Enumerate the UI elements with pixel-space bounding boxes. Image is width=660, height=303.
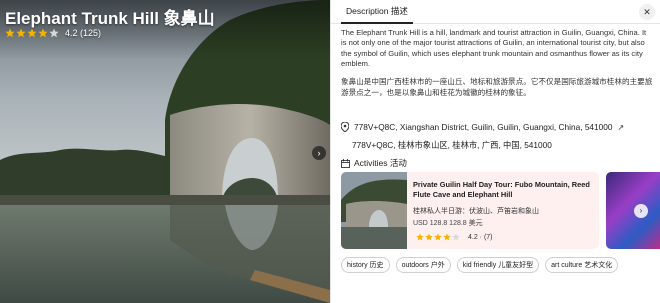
tag-chip[interactable]: outdoors 户外 [395,257,451,273]
close-icon: ✕ [643,7,651,17]
close-button[interactable]: ✕ [639,4,655,20]
address-english: 778V+Q8C, Xiangshan District, Guilin, Gu… [354,122,613,132]
chevron-right-icon: › [317,148,321,158]
activity-title[interactable]: Private Guilin Half Day Tour: Fubo Mount… [413,180,593,200]
activity-rating-score: 4.2 · (7) [468,233,493,241]
activity-card[interactable]: Private Guilin Half Day Tour: Fubo Mount… [341,172,599,249]
description-english: The Elephant Trunk Hill is a hill, landm… [341,28,647,69]
tab-description[interactable]: Description 描述 [341,5,413,24]
tag-list: history 历史 outdoors 户外 kid friendly 儿童友好型 a… [341,257,619,273]
tag-chip[interactable]: kid friendly 儿童友好型 [456,257,540,273]
star-filled-icon [443,233,451,241]
star-filled-icon [5,28,15,38]
star-filled-icon [38,28,48,38]
activities-label: Activities 活动 [354,158,407,168]
activity-rating: 4.2 · (7) [416,233,493,241]
star-filled-icon [425,233,433,241]
star-filled-icon [416,233,424,241]
star-filled-icon [434,233,442,241]
star-empty-icon [49,28,59,38]
activities-next-button[interactable]: › [634,204,648,218]
tag-chip[interactable]: history 历史 [341,257,390,273]
address-english-row[interactable]: 778V+Q8C, Xiangshan District, Guilin, Gu… [341,122,653,132]
activities-header: Activities 活动 [341,157,407,169]
star-filled-icon [27,28,37,38]
description-chinese: 象鼻山是中国广西桂林市的一座山丘、地标和旅游景点。它不仅是国际旅游城市桂林的主要… [341,77,653,97]
chevron-right-icon: › [639,206,643,215]
activity-price: USD 128.8 128.8 美元 [413,220,483,227]
star-filled-icon [16,28,26,38]
activity-star-rating [416,233,460,241]
info-panel: Description 描述 ✕ The Elephant Trunk Hill… [330,0,660,303]
address-chinese: 778V+Q8C, 桂林市象山区, 桂林市, 广西, 中国, 541000 [352,140,552,150]
address-chinese-row: 778V+Q8C, 桂林市象山区, 桂林市, 广西, 中国, 541000 [352,139,660,151]
activity-thumbnail [341,172,407,249]
attraction-title: Elephant Trunk Hill 象鼻山 [5,9,215,28]
hero-photo: Elephant Trunk Hill 象鼻山 4.2 (125) › [0,0,330,303]
tag-chip[interactable]: art culture 艺术文化 [545,257,619,273]
rating-score: 4.2 (125) [65,28,102,38]
star-rating [5,28,59,38]
external-link-icon[interactable]: ↗ [618,123,625,132]
calendar-icon [341,158,350,168]
tab-bar: Description 描述 ✕ [331,0,660,24]
location-pin-icon [341,122,349,132]
activity-card-next[interactable] [606,172,660,249]
attraction-rating: 4.2 (125) [5,28,101,38]
activity-subtitle: 桂林私人半日游：伏波山、芦笛岩和象山 [413,208,539,215]
photo-next-button[interactable]: › [312,146,326,160]
star-empty-icon [452,233,460,241]
